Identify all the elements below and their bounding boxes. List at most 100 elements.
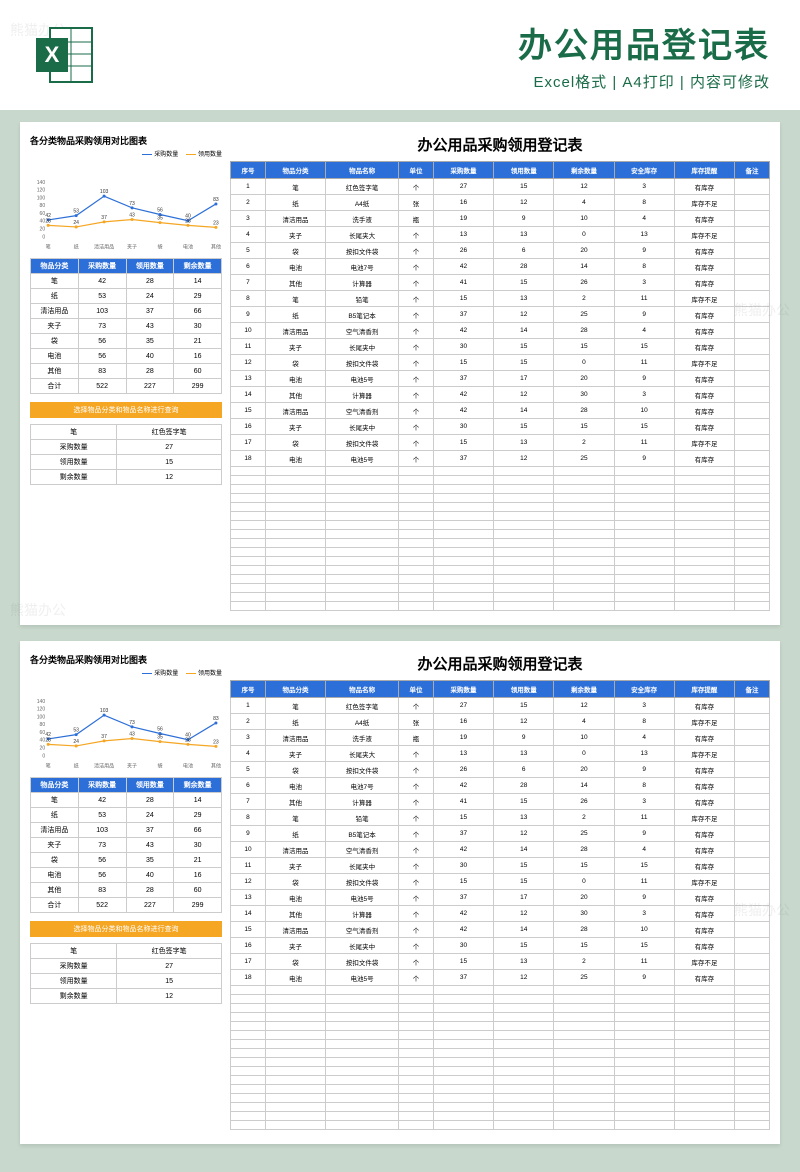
main-header: 剩余数量 bbox=[554, 162, 614, 179]
table-row: 16夹子长尾夹中个30151515有库存 bbox=[231, 938, 770, 954]
table-row: 笔422814 bbox=[31, 274, 222, 289]
svg-text:140: 140 bbox=[37, 180, 46, 186]
table-row: 5袋按扣文件袋个266209有库存 bbox=[231, 243, 770, 259]
table-row: 18电池电池5号个3712259有库存 bbox=[231, 970, 770, 986]
svg-text:83: 83 bbox=[213, 716, 219, 722]
table-row: 其他832860 bbox=[31, 883, 222, 898]
svg-text:100: 100 bbox=[37, 714, 46, 720]
table-row: 清洁用品1033766 bbox=[31, 304, 222, 319]
svg-text:35: 35 bbox=[157, 216, 163, 222]
table-row: 1笔红色签字笔个2715123有库存 bbox=[231, 698, 770, 714]
table-row bbox=[231, 1112, 770, 1121]
table-row bbox=[231, 1058, 770, 1067]
line-chart: 020406080100120140笔纸清洁用品夹子袋电池其他425310373… bbox=[30, 162, 222, 252]
svg-text:100: 100 bbox=[37, 195, 46, 201]
table-row: 14其他计算器个4212303有库存 bbox=[231, 906, 770, 922]
table-row bbox=[231, 593, 770, 602]
table-row: 10清洁用品空气清香剂个4214284有库存 bbox=[231, 842, 770, 858]
svg-text:20: 20 bbox=[40, 227, 46, 233]
table-row bbox=[231, 539, 770, 548]
table-row bbox=[231, 1040, 770, 1049]
svg-text:140: 140 bbox=[37, 699, 46, 705]
svg-text:56: 56 bbox=[157, 207, 163, 213]
table-row: 1笔红色签字笔个2715123有库存 bbox=[231, 179, 770, 195]
svg-text:83: 83 bbox=[213, 197, 219, 203]
table-row: 剩余数量12 bbox=[31, 989, 222, 1004]
worksheet: 各分类物品采购领用对比图表 采购数量 领用数量 0204060801001201… bbox=[20, 641, 780, 1144]
main-header: 安全库存 bbox=[614, 681, 674, 698]
table-row: 夹子734330 bbox=[31, 319, 222, 334]
lookup-title: 选择物品分类和物品名称进行查询 bbox=[30, 402, 222, 418]
svg-text:53: 53 bbox=[73, 728, 79, 734]
main-header: 备注 bbox=[734, 162, 769, 179]
svg-text:43: 43 bbox=[129, 732, 135, 738]
main-header: 剩余数量 bbox=[554, 681, 614, 698]
table-row: 电池564016 bbox=[31, 349, 222, 364]
lookup-title: 选择物品分类和物品名称进行查询 bbox=[30, 921, 222, 937]
main-header: 库存提醒 bbox=[674, 162, 734, 179]
svg-text:28: 28 bbox=[185, 737, 191, 743]
table-row: 采购数量27 bbox=[31, 440, 222, 455]
table-row bbox=[231, 602, 770, 611]
table-row bbox=[231, 467, 770, 476]
summary-header: 采购数量 bbox=[78, 778, 126, 793]
table-row: 11夹子长尾夹中个30151515有库存 bbox=[231, 858, 770, 874]
svg-text:X: X bbox=[45, 42, 60, 67]
main-header: 领用数量 bbox=[494, 162, 554, 179]
main-table-title: 办公用品采购领用登记表 bbox=[230, 134, 770, 155]
table-row bbox=[231, 521, 770, 530]
excel-icon: X bbox=[30, 20, 100, 90]
lookup-table: 笔红色签字笔采购数量27领用数量15剩余数量12 bbox=[30, 424, 222, 485]
table-row bbox=[231, 1004, 770, 1013]
summary-header: 采购数量 bbox=[78, 259, 126, 274]
table-row bbox=[231, 1031, 770, 1040]
table-row: 18电池电池5号个3712259有库存 bbox=[231, 451, 770, 467]
svg-text:23: 23 bbox=[213, 220, 219, 226]
summary-header: 物品分类 bbox=[31, 259, 79, 274]
table-row: 7其他计算器个4115263有库存 bbox=[231, 794, 770, 810]
table-row bbox=[231, 1067, 770, 1076]
main-table: 序号物品分类物品名称单位采购数量领用数量剩余数量安全库存库存提醒备注 1笔红色签… bbox=[230, 680, 770, 1130]
svg-text:80: 80 bbox=[40, 203, 46, 209]
chart-title: 各分类物品采购领用对比图表 bbox=[30, 653, 222, 666]
table-row: 清洁用品1033766 bbox=[31, 823, 222, 838]
table-row: 13电池电池5号个3717209有库存 bbox=[231, 371, 770, 387]
svg-text:103: 103 bbox=[100, 189, 109, 195]
main-header: 单位 bbox=[398, 681, 433, 698]
table-row bbox=[231, 512, 770, 521]
svg-text:35: 35 bbox=[157, 735, 163, 741]
table-row bbox=[231, 566, 770, 575]
svg-text:120: 120 bbox=[37, 707, 46, 713]
header: X 办公用品登记表 Excel格式 | A4打印 | 内容可修改 bbox=[0, 0, 800, 110]
summary-header: 领用数量 bbox=[126, 778, 174, 793]
svg-text:夹子: 夹子 bbox=[127, 762, 137, 769]
svg-text:纸: 纸 bbox=[74, 243, 79, 250]
summary-header: 剩余数量 bbox=[174, 259, 222, 274]
main-header: 物品名称 bbox=[326, 681, 399, 698]
page-title: 办公用品登记表 bbox=[114, 18, 770, 67]
table-row bbox=[231, 1049, 770, 1058]
main-header: 物品分类 bbox=[265, 162, 325, 179]
table-row: 电池564016 bbox=[31, 868, 222, 883]
main-table: 序号物品分类物品名称单位采购数量领用数量剩余数量安全库存库存提醒备注 1笔红色签… bbox=[230, 161, 770, 611]
table-row: 15清洁用品空气清香剂个42142810有库存 bbox=[231, 403, 770, 419]
svg-text:53: 53 bbox=[73, 209, 79, 215]
svg-text:56: 56 bbox=[157, 726, 163, 732]
table-row: 3清洁用品洗手液瓶199104有库存 bbox=[231, 730, 770, 746]
svg-text:清洁用品: 清洁用品 bbox=[94, 762, 114, 769]
worksheet: 各分类物品采购领用对比图表 采购数量 领用数量 0204060801001201… bbox=[20, 122, 780, 625]
svg-text:电池: 电池 bbox=[183, 762, 193, 769]
table-row: 合计522227299 bbox=[31, 898, 222, 913]
table-row: 袋563521 bbox=[31, 853, 222, 868]
main-header: 库存提醒 bbox=[674, 681, 734, 698]
table-row: 8笔铅笔个1513211库存不足 bbox=[231, 810, 770, 826]
svg-text:43: 43 bbox=[129, 213, 135, 219]
table-row: 15清洁用品空气清香剂个42142810有库存 bbox=[231, 922, 770, 938]
table-row: 4夹子长尾夹大个1313013库存不足 bbox=[231, 227, 770, 243]
summary-header: 剩余数量 bbox=[174, 778, 222, 793]
svg-text:37: 37 bbox=[101, 215, 107, 221]
line-chart: 020406080100120140笔纸清洁用品夹子袋电池其他425310373… bbox=[30, 681, 222, 771]
table-row: 袋563521 bbox=[31, 334, 222, 349]
table-row bbox=[231, 485, 770, 494]
table-row: 16夹子长尾夹中个30151515有库存 bbox=[231, 419, 770, 435]
